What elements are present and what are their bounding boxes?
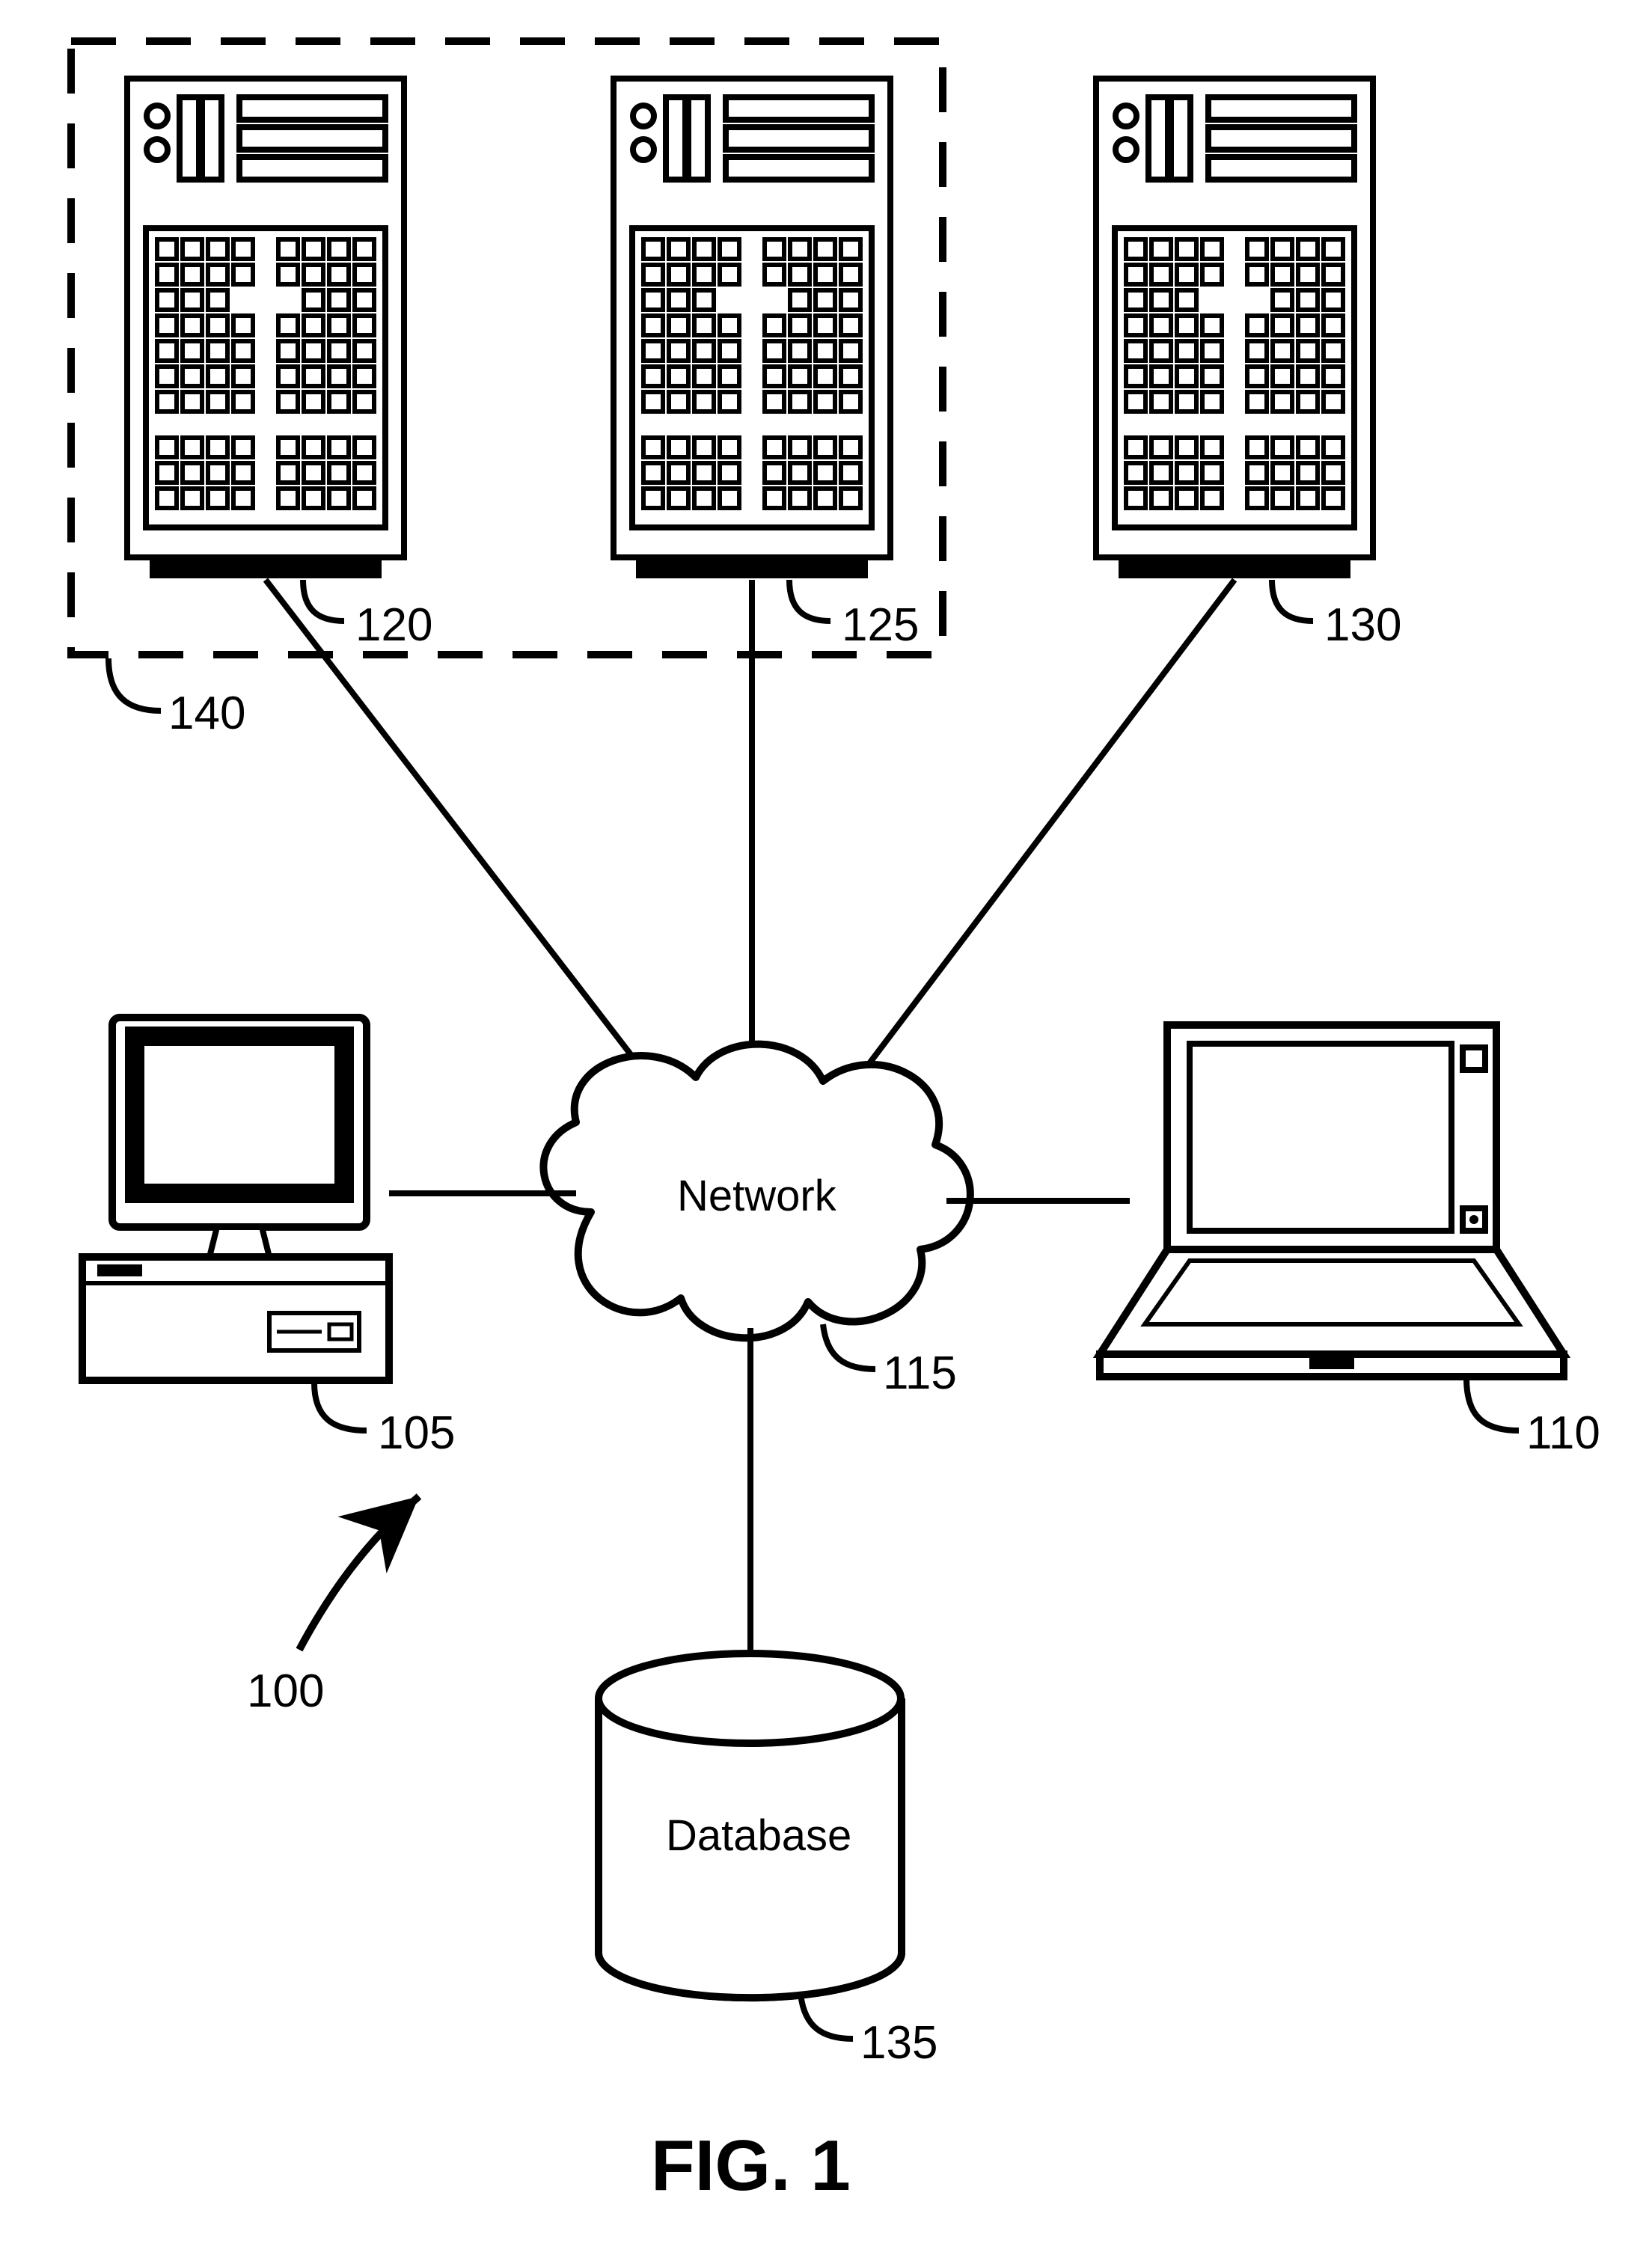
- figure-page: Network Database 120 125 130 140 115 105…: [0, 0, 1652, 2261]
- server-mid-icon: [614, 79, 890, 578]
- ref-110: 110: [1526, 1407, 1600, 1460]
- ref-120: 120: [355, 599, 432, 652]
- server-right-icon: [1096, 79, 1373, 578]
- ref-125: 125: [842, 599, 919, 652]
- figure-title: FIG. 1: [651, 2125, 851, 2207]
- laptop-icon: [1100, 1025, 1564, 1377]
- ref-140: 140: [168, 687, 245, 740]
- ref-105: 105: [378, 1407, 455, 1460]
- network-label: Network: [677, 1171, 836, 1221]
- ref-115: 115: [883, 1347, 957, 1400]
- ref-130: 130: [1324, 599, 1401, 652]
- diagram-svg: [0, 0, 1652, 2261]
- system-arrow: [299, 1496, 419, 1650]
- server-left-icon: [127, 79, 404, 578]
- ref-100: 100: [247, 1665, 324, 1718]
- database-label: Database: [666, 1811, 851, 1861]
- ref-135: 135: [860, 2016, 937, 2069]
- desktop-icon: [82, 1018, 389, 1380]
